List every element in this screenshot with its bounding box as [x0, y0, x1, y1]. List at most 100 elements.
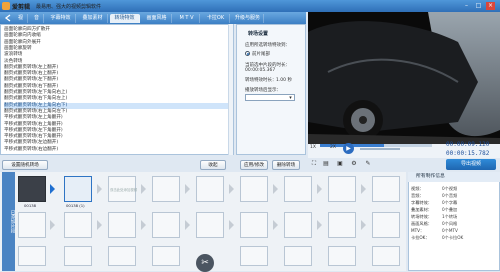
empty-clip-slot[interactable]: [372, 176, 400, 202]
empty-clip-slot[interactable]: [108, 212, 136, 238]
info-value: 0个叠加: [442, 207, 458, 212]
after-transition-label: 播放转场后显示：: [245, 88, 281, 93]
empty-clip-slot[interactable]: [240, 176, 268, 202]
clip-thumbnail[interactable]: [18, 176, 46, 202]
transition-arrow-icon[interactable]: [359, 212, 368, 238]
app-slogan: 最易用、强大的视频剪辑软件: [36, 3, 102, 10]
empty-clip-slot[interactable]: [196, 212, 224, 238]
transition-arrow-icon[interactable]: [315, 176, 324, 202]
info-label: 转场特效：: [411, 214, 432, 219]
export-video-button[interactable]: 导出视频: [446, 159, 496, 170]
transition-effect-list: 画面轮廓向四方扩散开 画面轮廓向内收缩 画面轮廓向外展开 画面轮廓旋转 波浪转场…: [0, 24, 234, 155]
tab-transition-effects[interactable]: 转场特效: [110, 14, 140, 23]
transition-time-value[interactable]: 1.00 秒: [276, 77, 292, 83]
empty-clip-slot[interactable]: [240, 212, 268, 238]
transition-arrow-icon[interactable]: [315, 212, 324, 238]
transition-arrow-icon[interactable]: [359, 176, 368, 202]
current-time: 00:00:09.120: [446, 141, 490, 148]
transition-arrow-icon[interactable]: [95, 212, 104, 238]
transition-arrow-icon[interactable]: [227, 176, 236, 202]
chevron-down-icon[interactable]: ▾: [287, 95, 294, 101]
transition-arrow-icon[interactable]: [271, 212, 280, 238]
play-icon[interactable]: ▶: [343, 143, 354, 154]
empty-clip-slot[interactable]: [64, 212, 92, 238]
empty-clip-slot[interactable]: [108, 246, 136, 266]
empty-clip-slot[interactable]: [284, 176, 312, 202]
empty-clip-slot[interactable]: [64, 246, 92, 266]
tab-upgrade[interactable]: 升级与服务: [232, 14, 264, 23]
share-icon[interactable]: ✎: [364, 160, 372, 168]
transition-arrow-icon[interactable]: [227, 212, 236, 238]
tab-karaoke[interactable]: 卡拉OK: [202, 14, 230, 23]
info-value: 0个风格: [442, 221, 458, 226]
transition-arrow-icon[interactable]: [48, 176, 57, 202]
effect-item[interactable]: 平移式翻页转场(右边翻开): [4, 147, 232, 153]
info-value: 0个MTV: [442, 228, 458, 233]
minimize-button[interactable]: –: [462, 2, 471, 10]
empty-clip-slot[interactable]: [18, 246, 46, 266]
added-clips-label: 已添加片段: [2, 172, 15, 271]
transition-arrow-icon[interactable]: [271, 176, 280, 202]
clip-thumbnail-selected[interactable]: [64, 176, 92, 202]
collapse-button[interactable]: 收起: [200, 160, 226, 170]
effect-list-scrollbar[interactable]: [228, 24, 233, 155]
maximize-button[interactable]: □: [474, 2, 483, 10]
app-logo-icon: [2, 2, 10, 10]
empty-clip-slot[interactable]: [152, 176, 180, 202]
save-icon[interactable]: ▣: [336, 160, 344, 168]
tab-mtv[interactable]: M T V: [174, 14, 200, 23]
fullscreen-icon[interactable]: ⛶: [310, 160, 318, 168]
empty-clip-slot[interactable]: [372, 212, 400, 238]
info-label: 叠加素材：: [411, 207, 432, 212]
empty-clip-slot[interactable]: [328, 246, 356, 266]
empty-clip-slot[interactable]: [372, 246, 400, 266]
empty-clip-slot[interactable]: [328, 212, 356, 238]
tab-audio[interactable]: 音: [30, 14, 44, 23]
tab-video[interactable]: 视: [14, 14, 28, 23]
folder-icon[interactable]: ▤: [322, 160, 330, 168]
settings-title: 转场设置: [248, 31, 269, 37]
back-arrow-icon[interactable]: [4, 14, 12, 22]
app-title: 爱剪辑: [12, 4, 31, 11]
random-transition-button[interactable]: 设置随机转场: [2, 160, 48, 170]
transition-arrow-icon[interactable]: [139, 176, 148, 202]
apply-option-label: 前片尾部: [252, 52, 270, 57]
info-value: 1个转场: [442, 214, 458, 219]
empty-clip-slot[interactable]: [284, 212, 312, 238]
apply-option-radio[interactable]: [245, 51, 250, 56]
info-value: 0个音频: [442, 193, 458, 198]
apply-to-label: 应用所选转场特效到：: [245, 43, 290, 48]
empty-clip-slot[interactable]: [152, 212, 180, 238]
info-label: MTV：: [411, 228, 425, 233]
transition-arrow-icon[interactable]: [139, 212, 148, 238]
speed-1x-button[interactable]: 1X: [310, 145, 316, 150]
transition-arrow-icon[interactable]: [183, 176, 192, 202]
delete-transition-button[interactable]: 删除转场: [272, 160, 300, 170]
info-label: 音频：: [411, 193, 424, 198]
transition-arrow-icon[interactable]: [48, 212, 57, 238]
apply-transition-button[interactable]: 应用/修改: [240, 160, 268, 170]
settings-icon[interactable]: ⚙: [350, 160, 358, 168]
volume-slider[interactable]: [360, 148, 400, 150]
transition-arrow-icon[interactable]: [95, 176, 104, 202]
transition-arrow-icon[interactable]: [183, 212, 192, 238]
info-value: 0个卡拉OK: [442, 235, 464, 240]
close-button[interactable]: ×: [486, 2, 495, 10]
tab-screen-style[interactable]: 画面风格: [142, 14, 172, 23]
tab-overlay[interactable]: 叠加素材: [78, 14, 108, 23]
empty-clip-slot[interactable]: [152, 246, 180, 266]
tab-bar: 视 音 字幕特效 叠加素材 转场特效 画面风格 M T V 卡拉OK 升级与服务: [0, 12, 306, 24]
info-label: 画面风格：: [411, 221, 432, 226]
preview-frame-image: [308, 12, 500, 144]
empty-clip-slot[interactable]: [18, 212, 46, 238]
video-preview[interactable]: [308, 12, 500, 144]
info-label: 卡拉OK：: [411, 235, 430, 240]
tab-subtitle-effects[interactable]: 字幕特效: [46, 14, 76, 23]
speed-2x-button[interactable]: 2X: [330, 145, 336, 150]
empty-clip-slot[interactable]: [284, 246, 312, 266]
empty-clip-slot[interactable]: [240, 246, 268, 266]
empty-clip-slot[interactable]: [196, 176, 224, 202]
trash-icon[interactable]: ✂: [196, 254, 214, 272]
info-value: 0个字幕: [442, 200, 458, 205]
empty-clip-slot[interactable]: [328, 176, 356, 202]
